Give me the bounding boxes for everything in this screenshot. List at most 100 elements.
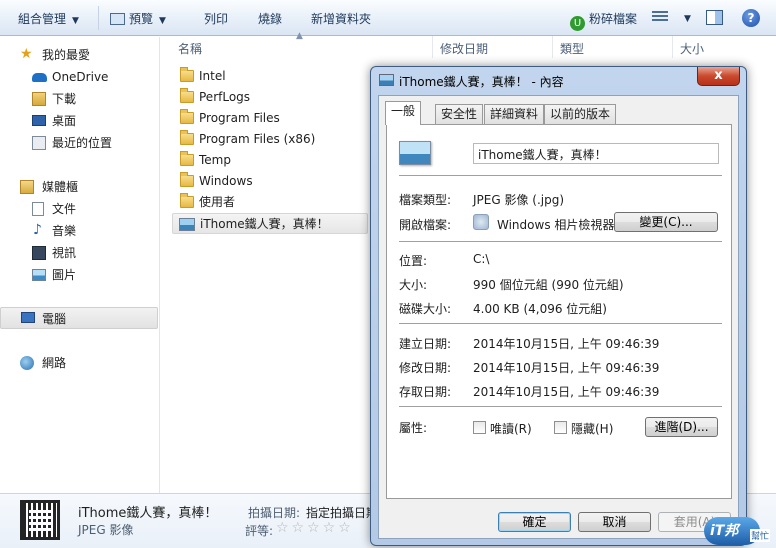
file-name: Temp [199,153,231,167]
advanced-button[interactable]: 進階(D)... [645,417,718,437]
ithelp-watermark-logo: iT邦 幫忙 [704,513,774,547]
column-divider [432,36,433,58]
column-divider [552,36,553,58]
column-header-modified[interactable]: 修改日期 [440,40,488,57]
star-icon: ★ [20,46,33,62]
hidden-label[interactable]: 隱藏(H) [571,420,613,437]
opens-with-value: Windows 相片檢視器 [497,218,615,232]
sidebar-item-music[interactable]: ♪ 音樂 [0,220,158,242]
cloud-icon [32,73,47,82]
file-name: PerfLogs [199,90,251,104]
navigation-pane: ★ 我的最愛 OneDrive 下載 桌面 最近的位置 媒體櫃 文件 ♪ 音樂 … [0,37,160,493]
change-view-icon[interactable] [652,11,668,24]
list-item[interactable]: Intel [172,66,372,87]
sidebar-item-label: 音樂 [52,224,77,238]
file-name: Intel [199,69,226,83]
opens-with-label: 開啟檔案: [399,218,452,232]
image-file-icon [179,218,195,231]
size-label: 大小: [399,278,428,292]
music-note-icon: ♪ [33,222,42,238]
sidebar-item-downloads[interactable]: 下載 [0,88,158,110]
sidebar-item-libraries[interactable]: 媒體櫃 [0,176,158,198]
properties-dialog: iThome鐵人賽，真棒！ - 內容 x 一般 安全性 詳細資料 以前的版本 i… [370,66,747,546]
shred-file-button[interactable]: U 粉碎檔案 [570,10,637,31]
sidebar-item-videos[interactable]: 視訊 [0,242,158,264]
organize-label: 組合管理 [18,12,67,26]
burn-button[interactable]: 燒錄 [258,10,282,27]
sidebar-item-label: 圖片 [52,268,77,282]
preview-icon [110,13,125,25]
readonly-checkbox[interactable] [473,421,486,434]
list-item[interactable]: 使用者 [172,192,372,213]
details-file-name: iThome鐵人賽，真棒！ [78,506,218,521]
help-icon[interactable]: ? [742,9,760,27]
computer-icon [21,312,35,323]
list-item[interactable]: Temp [172,150,372,171]
list-item-selected[interactable]: iThome鐵人賽，真棒！ [172,213,368,234]
sidebar-item-label: OneDrive [52,70,109,84]
sidebar-item-documents[interactable]: 文件 [0,198,158,220]
cancel-button[interactable]: 取消 [578,512,651,532]
list-item[interactable]: Program Files (x86) [172,129,372,150]
folder-icon [180,88,194,103]
hidden-checkbox[interactable] [554,421,567,434]
column-header-name[interactable]: 名稱 [178,40,202,57]
sidebar-item-pictures[interactable]: 圖片 [0,264,158,286]
print-button[interactable]: 列印 [204,10,228,27]
file-name: Windows [199,174,253,188]
accessed-value: 2014年10月15日, 上午 09:46:39 [473,385,660,399]
tab-previous-versions[interactable]: 以前的版本 [544,104,617,124]
sidebar-item-network[interactable]: 網路 [0,352,158,374]
watermark-sub: 幫忙 [750,529,771,542]
date-taken-value[interactable]: 指定拍攝日期 [306,504,378,521]
sidebar-item-favorites[interactable]: ★ 我的最愛 [0,44,158,66]
rating-label: 評等: [245,524,274,538]
close-button[interactable]: x [697,67,740,86]
column-header-size[interactable]: 大小 [680,40,704,57]
column-divider [672,36,673,58]
created-value: 2014年10月15日, 上午 09:46:39 [473,337,660,351]
modified-label: 修改日期: [399,361,452,375]
created-label: 建立日期: [399,337,452,351]
size-on-disk-value: 4.00 KB (4,096 位元組) [473,302,607,316]
sidebar-item-onedrive[interactable]: OneDrive [0,66,158,88]
sidebar-item-recent[interactable]: 最近的位置 [0,132,158,154]
organize-menu[interactable]: 組合管理 ▼ [18,10,79,27]
folder-icon [180,193,194,208]
sidebar-item-label: 電腦 [42,312,67,326]
change-button[interactable]: 變更(C)... [614,212,718,232]
shred-label: 粉碎檔案 [589,12,638,26]
divider [399,323,722,324]
size-on-disk-label: 磁碟大小: [399,302,452,316]
view-options-arrow[interactable]: ▼ [678,10,691,24]
photo-viewer-icon [473,214,489,230]
sidebar-item-computer[interactable]: 電腦 [0,307,158,329]
general-tab-panel: iThome鐵人賽，真棒！ 檔案類型: JPEG 影像 (.jpg) 開啟檔案:… [386,124,732,499]
qr-code-thumbnail [20,500,60,540]
tab-details[interactable]: 詳細資料 [484,104,545,124]
shred-icon: U [570,16,585,31]
rating-stars[interactable]: ☆☆☆☆☆ [276,520,354,536]
column-header-type[interactable]: 類型 [560,40,584,57]
libraries-icon [20,180,34,194]
list-item[interactable]: Windows [172,171,372,192]
tab-general[interactable]: 一般 [385,101,422,125]
file-name-field[interactable]: iThome鐵人賽，真棒！ [473,143,719,164]
file-name: iThome鐵人賽，真棒！ [200,217,329,231]
tab-security[interactable]: 安全性 [435,104,484,124]
new-folder-label: 新增資料夾 [311,12,372,26]
divider [399,406,722,407]
folder-icon [180,172,194,187]
list-item[interactable]: Program Files [172,108,372,129]
readonly-label[interactable]: 唯讀(R) [490,420,532,437]
preview-menu[interactable]: 預覽 ▼ [110,10,166,27]
list-item[interactable]: PerfLogs [172,87,372,108]
downloads-folder-icon [32,92,46,106]
ok-button[interactable]: 確定 [498,512,571,532]
folder-icon [180,151,194,166]
new-folder-button[interactable]: 新增資料夾 [311,10,371,27]
print-label: 列印 [204,12,229,26]
attributes-label: 屬性: [399,421,428,435]
preview-pane-icon[interactable] [706,10,723,25]
sidebar-item-desktop[interactable]: 桌面 [0,110,158,132]
